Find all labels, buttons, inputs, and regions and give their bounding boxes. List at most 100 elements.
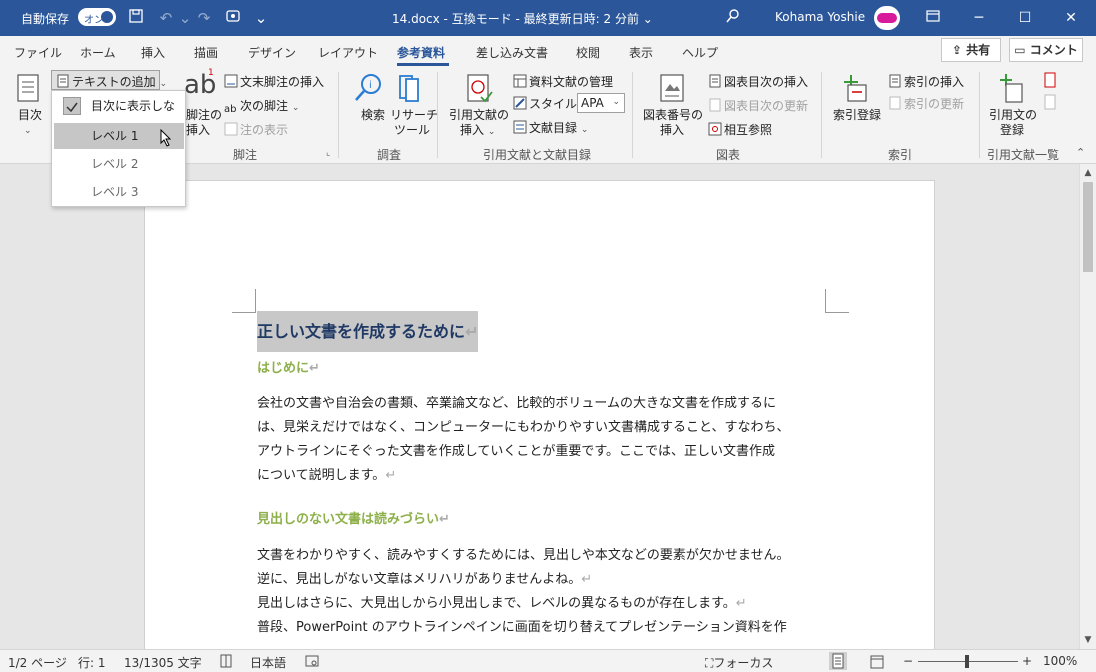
ribbon-display-icon[interactable] [910,0,956,36]
minimize-icon[interactable]: ─ [956,0,1002,36]
document-page[interactable]: 正しい文書を作成するために↵ はじめに↵ 会社の文書や自治会の書類、卒業論文など… [144,180,935,649]
insert-index-button[interactable]: 索引の挿入 [888,73,964,90]
tab-layout[interactable]: レイアウト [318,44,378,61]
menu-item-do-not-show[interactable]: 目次に表示しない [54,93,184,139]
insert-tof-icon [708,74,722,88]
update-index-button[interactable]: 索引の更新 [888,95,964,112]
paragraph-line[interactable]: 会社の文書や自治会の書類、卒業論文など、比較的ボリュームの大きな文書を作成するに [257,396,829,412]
zoom-level[interactable]: 100% [1043,654,1077,668]
collapse-ribbon-icon[interactable]: ⌃ [1076,146,1085,159]
style-dropdown[interactable]: APA ⌄ [577,93,625,113]
paragraph-line[interactable]: 逆に、見出しがない文章はメリハリがありませんよね。↵ [257,572,829,588]
insert-tof-button[interactable]: 図表目次の挿入 [708,73,808,90]
tab-insert[interactable]: 挿入 [141,44,165,61]
add-text-button[interactable]: テキストの追加 ⌄ [51,70,167,90]
tab-references[interactable]: 参考資料 [397,44,445,61]
autosave-label: 自動保存 [21,12,70,26]
title-chevron-icon[interactable]: ⌄ [643,12,653,26]
bibliography-icon [513,120,527,134]
search-icon[interactable] [723,8,743,28]
update-tof-label: 図表目次の更新 [724,99,809,113]
researcher-icon [399,75,419,102]
paragraph-line[interactable]: アウトラインにそぐった文書を作成していくことが重要です。ここでは、正しい文書作成 [257,444,829,460]
menu-item-level-1[interactable]: レベル 1 [54,123,184,149]
footnote-insert-label-2[interactable]: 挿入 [186,121,210,138]
word-count[interactable]: 13/1305 文字 [124,654,202,671]
pilcrow-icon: ↵ [309,361,320,376]
scroll-up-icon[interactable]: ▲ [1082,166,1094,180]
insert-endnote-button[interactable]: 文末脚注の挿入 [224,73,324,90]
update-toa-icon[interactable] [1043,94,1057,113]
focus-button[interactable]: ⛶フォーカス [705,654,773,671]
menu-item-level-2[interactable]: レベル 2 [54,151,184,177]
paragraph-line[interactable]: 見出しはさらに、大見出しから小見出しまで、レベルの異なるものが存在します。↵ [257,596,829,612]
save-icon[interactable] [126,8,146,28]
footnote-dialog-launcher-icon[interactable]: ⌞ [326,148,330,158]
paragraph-line[interactable]: は、見栄えだけではなく、コンピューターにもわかりやすい文書構成すること、すなわち… [257,420,829,436]
print-layout-icon[interactable] [829,652,847,670]
heading-2-text: 見出しのない文書は読みづらい [257,512,440,527]
tab-mailings[interactable]: 差し込み文書 [476,44,548,61]
autosave-toggle[interactable]: オン [78,8,116,26]
update-tof-button[interactable]: 図表目次の更新 [708,97,808,114]
avatar[interactable] [874,6,900,30]
menu-item-level-3[interactable]: レベル 3 [54,179,184,205]
manage-sources-button[interactable]: 資料文献の管理 [513,73,613,90]
undo-dropdown-icon[interactable]: ⌄ [175,8,195,28]
mark-citation-icon [1000,74,1023,103]
user-name[interactable]: Kohama Yoshie [775,10,865,24]
tab-view[interactable]: 表示 [629,44,653,61]
undo-icon[interactable]: ↶ [156,8,176,28]
crop-mark [232,289,256,313]
tab-help[interactable]: ヘルプ [682,44,718,61]
next-footnote-button[interactable]: ab 次の脚注 ⌄ [224,97,299,118]
web-layout-icon[interactable] [869,654,885,672]
close-icon[interactable]: ✕ [1048,0,1094,36]
insert-index-label: 索引の挿入 [904,75,965,89]
vertical-scrollbar[interactable]: ▲ ▼ [1079,164,1096,649]
cross-reference-icon [708,122,722,136]
insert-index-icon [888,74,902,88]
insert-citation-dropdown-icon: ⌄ [487,127,496,137]
share-button[interactable]: ⇪ 共有 [941,38,1001,62]
comment-button[interactable]: ▭ コメント [1009,38,1083,62]
page-indicator[interactable]: 1/2 ページ [8,654,67,671]
zoom-slider-thumb[interactable] [965,655,969,668]
insert-toa-icon[interactable] [1043,72,1057,91]
proofing-icon[interactable] [219,654,233,671]
heading-2[interactable]: はじめに↵ [257,357,320,376]
zoom-in-button[interactable]: + [1022,654,1032,668]
paragraph-line-text: 逆に、見出しがない文章はメリハリがありませんよね。 [257,572,582,587]
touch-mode-icon[interactable] [223,8,243,28]
heading-2-text: はじめに [257,361,310,376]
heading-1[interactable]: 正しい文書を作成するために↵ [257,311,478,352]
tab-review[interactable]: 校閲 [576,44,600,61]
share-label: 共有 [966,43,991,57]
tab-design[interactable]: デザイン [248,44,296,61]
tab-file[interactable]: ファイル [14,44,62,61]
tab-draw[interactable]: 描画 [194,44,218,61]
scroll-thumb[interactable] [1083,182,1093,272]
heading-2[interactable]: 見出しのない文書は読みづらい↵ [257,508,450,527]
zoom-out-button[interactable]: − [903,654,913,668]
paragraph-line[interactable]: 普段、PowerPoint のアウトラインペインに画面を切り替えてプレゼンテーシ… [257,620,829,636]
status-bar: 1/2 ページ 行: 1 13/1305 文字 日本語 ⛶フォーカス − + 1… [0,649,1096,672]
add-text-menu: 目次に表示しない レベル 1 レベル 2 レベル 3 [51,90,186,207]
insert-citation-icon [467,74,493,103]
separator [338,72,339,158]
language-indicator[interactable]: 日本語 [250,654,286,671]
paragraph-line[interactable]: について説明します。↵ [257,468,829,484]
macro-recording-icon[interactable] [305,654,319,671]
paragraph-line[interactable]: 文書をわかりやすく、読みやすくするためには、見出しや本文などの要素が欠かせません… [257,548,829,564]
cross-reference-button[interactable]: 相互参照 [708,121,772,138]
line-indicator[interactable]: 行: 1 [78,654,106,671]
redo-icon[interactable]: ↷ [194,8,214,28]
show-notes-button[interactable]: 注の表示 [224,121,288,138]
ribbon-tabs: ファイル ホーム 挿入 描画 デザイン レイアウト 参考資料 差し込み文書 校閲… [0,36,1096,66]
scroll-down-icon[interactable]: ▼ [1082,633,1094,647]
bibliography-button[interactable]: 文献目録 ⌄ [513,119,588,136]
customize-qat-icon[interactable]: ⌄ [251,8,271,28]
insert-citation-label-2: 挿入 ⌄ [460,121,495,138]
maximize-icon[interactable]: ☐ [1002,0,1048,36]
tab-home[interactable]: ホーム [80,44,116,61]
